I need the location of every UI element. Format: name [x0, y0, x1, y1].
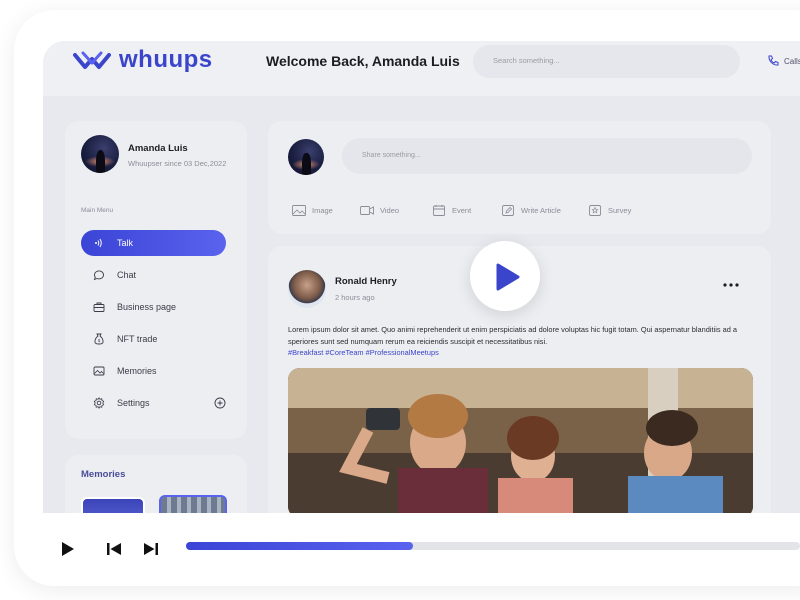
logo-text: whuups	[119, 46, 213, 73]
survey-icon	[589, 205, 601, 216]
talk-icon	[95, 238, 102, 248]
pen-icon	[502, 205, 514, 216]
tool-label: Event	[452, 206, 472, 215]
tool-label: Video	[380, 206, 400, 215]
phone-icon[interactable]	[767, 55, 779, 67]
sidebar-item-label: Settings	[117, 398, 150, 408]
progress-fill	[186, 542, 414, 550]
svg-text:$: $	[98, 338, 101, 344]
memory-thumbnail[interactable]	[159, 495, 227, 513]
post-author[interactable]: Ronald Henry	[335, 276, 397, 287]
sidebar-item-label: Business page	[117, 302, 177, 312]
search-placeholder: Search something...	[493, 56, 560, 65]
share-input[interactable]: Share something...	[342, 138, 752, 174]
gear-icon	[93, 397, 105, 409]
previous-button[interactable]	[106, 542, 122, 556]
image-icon	[292, 205, 306, 216]
play-button[interactable]	[61, 541, 75, 557]
add-icon[interactable]	[214, 397, 226, 409]
video-player-frame: whuups Welcome Back, Amanda Luis Search …	[14, 10, 800, 586]
sidebar-item-business-page[interactable]: Business page	[81, 294, 226, 320]
progress-bar[interactable]	[186, 542, 800, 550]
header: whuups Welcome Back, Amanda Luis Search …	[43, 41, 800, 96]
nft-icon: $	[94, 333, 104, 345]
next-button[interactable]	[143, 542, 159, 556]
share-placeholder: Share something...	[362, 152, 421, 159]
memories-title: Memories	[81, 469, 126, 480]
play-overlay-button[interactable]	[470, 241, 540, 311]
memories-icon	[93, 366, 105, 376]
profile-card: Amanda Luis Whuupser since 03 Dec,2022 M…	[65, 121, 247, 439]
avatar[interactable]	[288, 270, 326, 308]
briefcase-icon	[93, 302, 105, 312]
menu-title: Main Menu	[81, 207, 114, 214]
profile-name: Amanda Luis	[128, 143, 188, 154]
chat-icon	[93, 270, 104, 281]
search-input[interactable]: Search something...	[473, 45, 740, 78]
video-icon	[360, 206, 374, 215]
sidebar-item-nft-trade[interactable]: $ NFT trade	[81, 326, 226, 352]
memories-card: Memories	[65, 455, 247, 513]
memory-thumbnail[interactable]	[81, 497, 145, 513]
page-title: Welcome Back, Amanda Luis	[266, 53, 460, 69]
sidebar-item-label: Memories	[117, 366, 157, 376]
tool-label: Survey	[608, 206, 632, 215]
logo-icon	[73, 51, 111, 69]
sidebar-item-label: Talk	[117, 238, 134, 248]
more-options-icon[interactable]	[722, 282, 740, 288]
sidebar-item-talk[interactable]: Talk	[81, 230, 226, 256]
calls-link[interactable]: Calls	[784, 57, 800, 66]
sidebar-item-memories[interactable]: Memories	[81, 358, 226, 384]
sidebar-item-chat[interactable]: Chat	[81, 262, 226, 288]
tool-label: Write Article	[521, 206, 561, 215]
profile-since: Whuupser since 03 Dec,2022	[128, 159, 227, 168]
sidebar-item-label: Chat	[117, 270, 137, 280]
avatar[interactable]	[288, 139, 324, 175]
app-screenshot: whuups Welcome Back, Amanda Luis Search …	[43, 41, 800, 513]
post-text: Lorem ipsum dolor sit amet. Quo animi re…	[288, 325, 738, 346]
post-composer: Share something... Image Video Event Wri…	[268, 121, 771, 234]
calendar-icon	[433, 205, 445, 216]
post-image[interactable]	[288, 368, 753, 513]
post-time: 2 hours ago	[335, 293, 375, 302]
tool-label: Image	[312, 206, 333, 215]
sidebar-item-settings[interactable]: Settings	[81, 390, 226, 416]
sidebar-item-label: NFT trade	[117, 334, 158, 344]
play-icon	[496, 263, 520, 291]
post-photo	[288, 368, 753, 513]
avatar[interactable]	[81, 135, 119, 173]
post-hashtags[interactable]: #Breakfast #CoreTeam #ProfessionalMeetup…	[288, 348, 439, 357]
